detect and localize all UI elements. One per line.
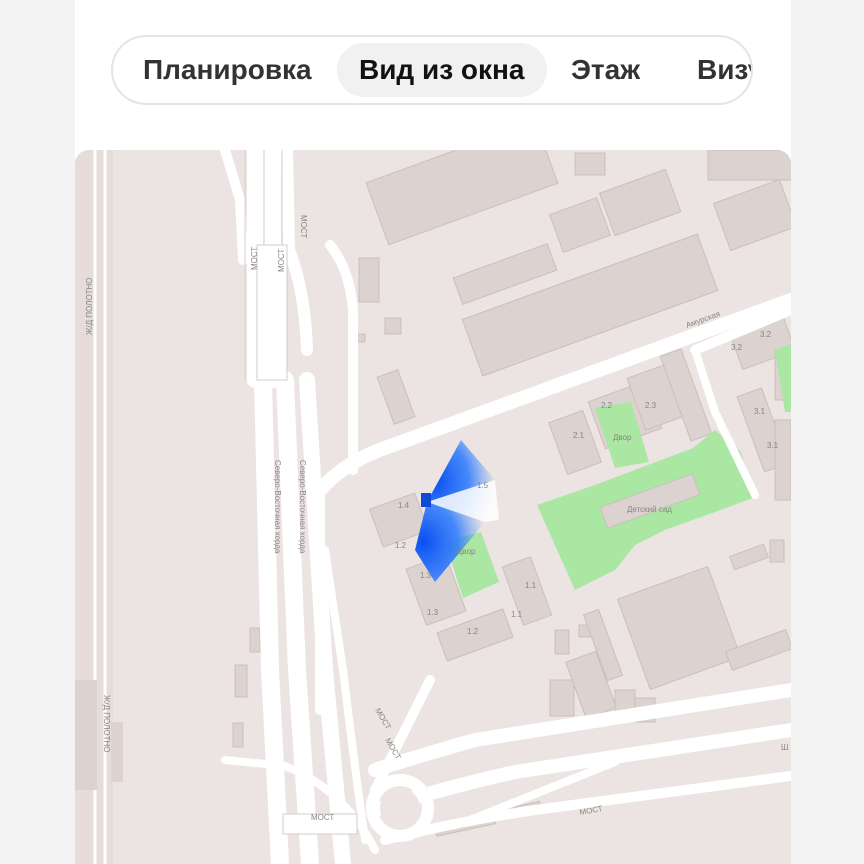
building-label: 2.2 <box>601 401 613 410</box>
street-label-zhd-2: Ж/Д ПОЛОТНО <box>102 695 111 753</box>
building-label: 3.1 <box>767 441 779 450</box>
right-margin <box>791 0 864 864</box>
street-label-zhd-1: Ж/Д ПОЛОТНО <box>85 278 94 336</box>
content-sheet: Планировка Вид из окна Этаж Визу <box>75 0 791 864</box>
building-label: 1.2 <box>467 627 479 636</box>
building-label: 1.4 <box>398 501 410 510</box>
map-view[interactable]: Амурская Северо-Восточная хорда Северо-В… <box>75 150 791 864</box>
bridge-label-2: МОСТ <box>277 249 286 272</box>
railway-building <box>111 722 123 782</box>
area-label-dvor-2: Двор <box>457 547 476 556</box>
left-margin <box>0 0 75 864</box>
tab-visualization[interactable]: Визу <box>675 43 751 97</box>
tab-layout[interactable]: Планировка <box>121 43 334 97</box>
building-label: 1.1 <box>511 610 523 619</box>
railway-building <box>75 680 97 790</box>
tab-window-view[interactable]: Вид из окна <box>337 43 547 97</box>
building-label: 1.1 <box>525 581 537 590</box>
building-label: 1.3 <box>427 608 439 617</box>
building-label: 2.1 <box>573 431 585 440</box>
building-label: 3.1 <box>754 407 766 416</box>
bridge-label-6: МОСТ <box>311 813 334 822</box>
bridge-label-3: МОСТ <box>299 215 308 238</box>
street-label-horda-1: Северо-Восточная хорда <box>273 460 282 554</box>
area-label-dvor-1: Двор <box>613 433 632 442</box>
street-label-horda-2: Северо-Восточная хорда <box>298 460 307 554</box>
building-label: 1.5 <box>477 481 489 490</box>
building-label: 1.2 <box>395 541 407 550</box>
tab-bar: Планировка Вид из окна Этаж Визу <box>111 35 753 105</box>
roundabout-center <box>380 788 420 828</box>
building-label: 3.2 <box>760 330 772 339</box>
bridge-label-1: МОСТ <box>250 247 259 270</box>
building-label: 3.2 <box>731 343 743 352</box>
area-label-detsad: Детский сад <box>627 505 672 514</box>
street-label-edge: Ш <box>781 743 788 752</box>
building-label: 2.3 <box>645 401 657 410</box>
building-label: 1.3 <box>420 571 432 580</box>
tab-floor[interactable]: Этаж <box>549 43 662 97</box>
